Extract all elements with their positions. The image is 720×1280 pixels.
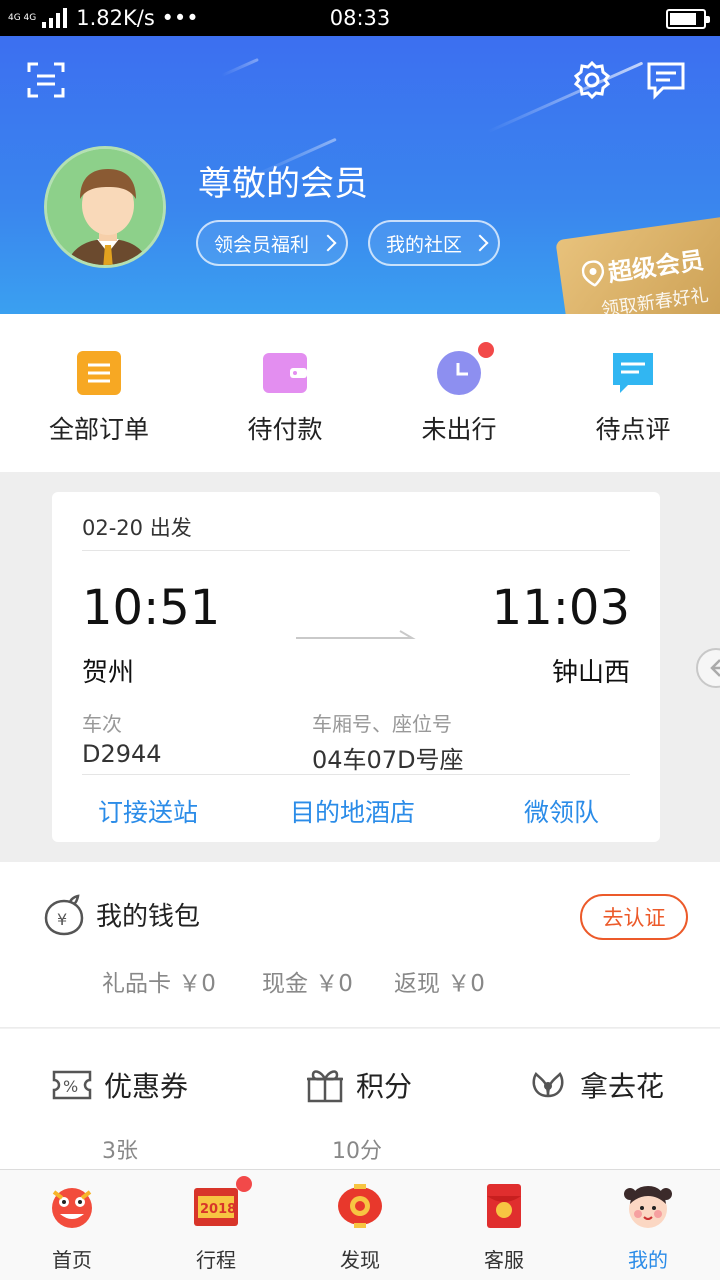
my-community-label: 我的社区 xyxy=(386,233,463,256)
svg-text:%: % xyxy=(63,1077,78,1096)
pending-review-button[interactable]: 待点评 xyxy=(548,350,718,446)
cash-balance: 现金 ￥0 xyxy=(262,971,353,997)
coupons-button[interactable]: % 优惠券 xyxy=(52,1065,188,1105)
nav-service-label: 客服 xyxy=(484,1248,524,1272)
message-icon[interactable] xyxy=(644,58,688,102)
trip-actions: 订接送站 目的地酒店 微领队 xyxy=(82,774,630,842)
points-count: 10分 xyxy=(332,1139,382,1164)
nav-discover-label: 发现 xyxy=(340,1248,380,1272)
hotel-link[interactable]: 目的地酒店 xyxy=(290,793,415,829)
nav-mine[interactable]: 我的 xyxy=(576,1180,720,1273)
back-arrow-icon[interactable] xyxy=(696,648,720,688)
credit-button[interactable]: 拿去花 xyxy=(528,1065,664,1105)
gift-card-balance: 礼品卡 ￥0 xyxy=(102,971,216,997)
all-orders-button[interactable]: 全部订单 xyxy=(14,350,184,446)
status-bar: 4G 4G 1.82K/s ••• 08:33 xyxy=(0,0,720,36)
member-benefits-label: 领会员福利 xyxy=(214,233,310,256)
lion-dance-icon xyxy=(46,1180,98,1232)
arrival-time: 11:03 xyxy=(491,580,630,636)
nav-home[interactable]: 首页 xyxy=(0,1180,144,1273)
seat-label: 车厢号、座位号 xyxy=(312,712,452,736)
upcoming-trips-button[interactable]: 未出行 xyxy=(374,342,544,446)
coupon-icon: % xyxy=(52,1070,92,1100)
nav-mine-label: 我的 xyxy=(628,1248,668,1272)
arrival-station: 钟山西 xyxy=(551,658,630,688)
cashback-balance: 返现 ￥0 xyxy=(394,971,485,997)
nav-discover[interactable]: 发现 xyxy=(288,1180,432,1273)
notification-dot xyxy=(236,1176,252,1192)
flower-icon xyxy=(532,1072,564,1098)
pending-payment-button[interactable]: 待付款 xyxy=(200,350,370,446)
departure-station: 贺州 xyxy=(82,658,135,688)
all-orders-label: 全部订单 xyxy=(48,415,149,444)
coupon-count: 3张 xyxy=(102,1139,138,1164)
order-shortcuts: 全部订单 待付款 未出行 待点评 xyxy=(0,314,720,472)
avatar[interactable] xyxy=(44,146,166,268)
scan-icon[interactable] xyxy=(24,58,68,102)
lantern-icon xyxy=(334,1180,386,1232)
pending-review-label: 待点评 xyxy=(595,415,671,444)
trip-section: 02-20 出发 10:51 11:03 贺州 钟山西 车次 D2944 车厢号… xyxy=(0,472,720,862)
profile-header: 尊敬的会员 领会员福利 我的社区 超级会员 领取新春好礼 xyxy=(0,36,720,314)
settings-icon[interactable] xyxy=(570,58,614,102)
seat-number: 04车07D号座 xyxy=(312,746,464,774)
nav-service[interactable]: 客服 xyxy=(432,1180,576,1273)
chevron-right-icon xyxy=(471,234,489,252)
svg-text:2018: 2018 xyxy=(200,1202,236,1217)
train-number: D2944 xyxy=(82,740,162,768)
departure-time: 10:51 xyxy=(82,580,221,636)
member-benefits-button[interactable]: 领会员福利 xyxy=(196,220,348,266)
wallet-icon xyxy=(262,350,308,396)
gift-icon xyxy=(307,1070,343,1103)
upcoming-trips-label: 未出行 xyxy=(421,415,497,444)
coupons-label: 优惠券 xyxy=(104,1070,189,1103)
comment-icon xyxy=(610,350,656,396)
arrow-right-icon xyxy=(296,630,416,639)
vip-title: 超级会员 xyxy=(606,246,706,288)
battery-icon xyxy=(666,9,710,29)
train-number-label: 车次 xyxy=(82,712,122,736)
trip-card[interactable]: 02-20 出发 10:51 11:03 贺州 钟山西 车次 D2944 车厢号… xyxy=(52,492,660,842)
points-button[interactable]: 积分 xyxy=(306,1065,412,1105)
wallet-section[interactable]: ¥ 我的钱包 去认证 礼品卡 ￥0 现金 ￥0 返现 ￥0 xyxy=(0,862,720,1028)
wallet-title: 我的钱包 xyxy=(96,902,201,932)
benefits-section: % 优惠券 积分 拿去花 3张 10分 xyxy=(0,1029,720,1169)
chevron-right-icon xyxy=(319,234,337,252)
verify-button[interactable]: 去认证 xyxy=(580,894,688,940)
child-face-icon xyxy=(622,1180,674,1232)
bottom-nav: 首页 2018 行程 发现 客服 我的 xyxy=(0,1169,720,1280)
clock-icon xyxy=(436,342,494,396)
calendar-2018-icon: 2018 xyxy=(190,1176,252,1232)
nav-trips[interactable]: 2018 行程 xyxy=(144,1176,288,1273)
transfer-link[interactable]: 订接送站 xyxy=(98,793,198,829)
credit-label: 拿去花 xyxy=(580,1070,665,1103)
trip-date: 02-20 出发 xyxy=(82,516,192,540)
tour-guide-link[interactable]: 微领队 xyxy=(524,793,599,829)
username: 尊敬的会员 xyxy=(198,164,368,204)
red-envelope-icon xyxy=(478,1180,530,1232)
my-community-button[interactable]: 我的社区 xyxy=(368,220,500,266)
pending-payment-label: 待付款 xyxy=(247,415,323,444)
points-label: 积分 xyxy=(356,1070,413,1103)
clock: 08:33 xyxy=(329,6,391,30)
location-pin-icon xyxy=(581,259,605,287)
nav-home-label: 首页 xyxy=(52,1248,92,1272)
super-vip-card[interactable]: 超级会员 领取新春好礼 xyxy=(555,212,720,314)
all-orders-icon xyxy=(76,350,122,396)
nav-trips-label: 行程 xyxy=(196,1248,236,1272)
notification-dot xyxy=(478,342,494,358)
svg-text:¥: ¥ xyxy=(57,910,67,929)
piggy-bank-icon: ¥ xyxy=(44,894,84,936)
